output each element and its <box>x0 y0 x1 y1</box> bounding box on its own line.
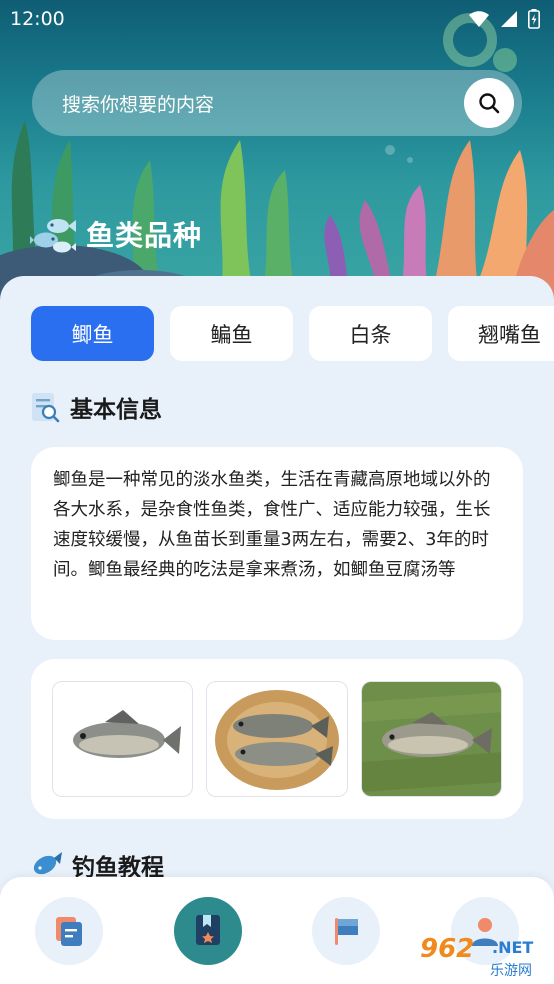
nav-collection[interactable] <box>174 897 242 965</box>
flag-icon <box>335 918 358 945</box>
tab-bream[interactable]: 鳊鱼 <box>170 306 293 361</box>
search-bar[interactable]: 搜索你想要的内容 <box>32 70 522 136</box>
tab-topmouth-culter[interactable]: 翘嘴鱼 <box>448 306 554 361</box>
search-button[interactable] <box>464 78 514 128</box>
fish-photo[interactable] <box>52 681 194 797</box>
fish-photo[interactable] <box>206 681 348 797</box>
document-icon <box>56 917 82 946</box>
fish-image <box>361 682 501 796</box>
tab-white-fish[interactable]: 白条 <box>309 306 432 361</box>
cellular-signal-icon <box>501 11 517 27</box>
status-bar: 12:00 <box>0 0 554 38</box>
nav-spots[interactable] <box>312 897 380 965</box>
species-tabs: 鲫鱼 鳊鱼 白条 翘嘴鱼 <box>31 306 554 361</box>
basic-info-title: 基本信息 <box>70 397 162 423</box>
status-time: 12:00 <box>10 8 65 30</box>
info-text: 鲫鱼是一种常见的淡水鱼类，生活在青藏高原地域以外的各大水系，是杂食性鱼类，食性广… <box>53 470 491 580</box>
fish-group-icon <box>30 219 76 253</box>
fish-icon <box>33 852 62 875</box>
watermark-suffix: .NET <box>492 938 534 957</box>
tab-crucian-carp[interactable]: 鲫鱼 <box>31 306 154 361</box>
bookmark-icon <box>196 915 220 945</box>
info-card: 鲫鱼是一种常见的淡水鱼类，生活在青藏高原地域以外的各大水系，是杂食性鱼类，食性广… <box>31 447 523 640</box>
photo-gallery <box>31 659 523 819</box>
watermark-number: 962 <box>420 934 475 964</box>
underwater-scene-illustration <box>0 13 554 300</box>
status-icons <box>468 9 540 29</box>
fish-image <box>215 690 340 790</box>
fish-image <box>73 710 181 758</box>
search-input[interactable]: 搜索你想要的内容 <box>62 90 214 117</box>
fish-photo[interactable] <box>360 681 502 797</box>
info-document-icon <box>32 393 60 423</box>
search-icon <box>479 93 500 114</box>
basic-info-heading: 基本信息 <box>30 390 162 424</box>
site-watermark: 962 .NET 乐游网 <box>412 930 550 982</box>
fish-species-title: 鱼类品种 <box>86 219 203 252</box>
hero-banner: 12:00 搜索你想要的内容 鱼类品种 <box>0 0 554 300</box>
fish-species-heading: 鱼类品种 <box>30 214 202 254</box>
battery-icon <box>528 9 540 29</box>
wifi-icon <box>469 11 489 27</box>
watermark-text: 乐游网 <box>490 963 532 979</box>
nav-documents[interactable] <box>35 897 103 965</box>
